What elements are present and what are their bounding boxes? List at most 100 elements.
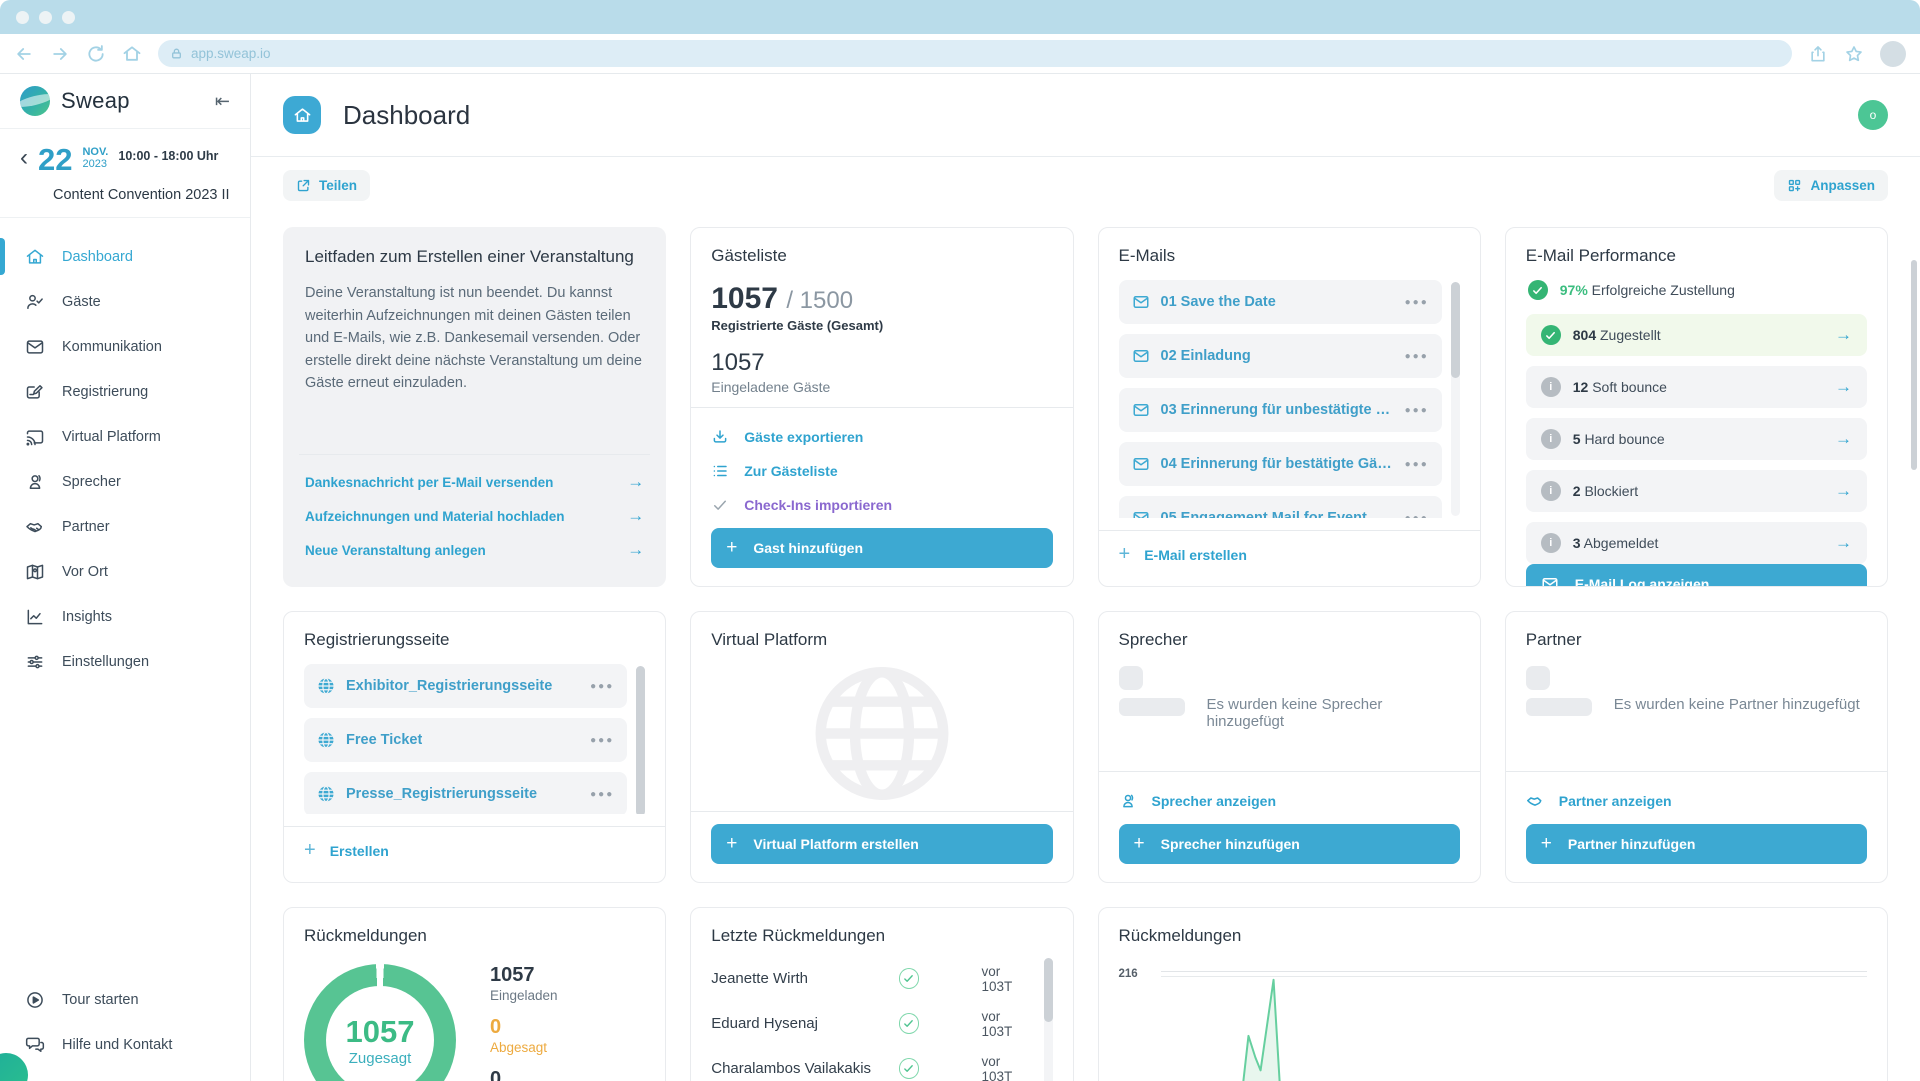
- card-title: Gästeliste: [711, 246, 1052, 266]
- share-button[interactable]: Teilen: [283, 170, 370, 201]
- reload-icon[interactable]: [86, 44, 106, 64]
- customize-button[interactable]: Anpassen: [1774, 170, 1888, 201]
- browser-titlebar: [0, 0, 1920, 34]
- more-options-icon[interactable]: ●●●: [1397, 351, 1429, 362]
- area-chart-svg: [1181, 971, 1354, 1081]
- sidebar-item-tour-starten[interactable]: Tour starten: [0, 977, 250, 1022]
- sidebar-item-gaeste[interactable]: Gäste: [0, 279, 250, 324]
- share-icon[interactable]: [1808, 44, 1828, 64]
- email-list-item[interactable]: 01 Save the Date ●●●: [1119, 280, 1442, 324]
- window-zoom-button[interactable]: [62, 11, 75, 24]
- external-link-icon: [296, 178, 311, 193]
- check-icon: [711, 496, 729, 514]
- collapse-sidebar-icon[interactable]: ⇤: [215, 91, 230, 112]
- sidebar-item-dashboard[interactable]: Dashboard: [0, 234, 250, 279]
- performance-row[interactable]: i 3 Abgemeldet →: [1526, 522, 1867, 564]
- add-partner-button[interactable]: + Partner hinzufügen: [1526, 824, 1867, 864]
- speakers-card: Sprecher Es wurden keine Sprecher hinzug…: [1098, 611, 1481, 883]
- arrow-right-icon[interactable]: →: [1835, 325, 1852, 345]
- event-name[interactable]: Content Convention 2023 II: [53, 187, 236, 203]
- email-list-item[interactable]: 02 Einladung ●●●: [1119, 334, 1442, 378]
- email-list-item[interactable]: 05 Engagement Mail for Event ●●●: [1119, 496, 1442, 518]
- window-close-button[interactable]: [16, 11, 29, 24]
- show-partners-link[interactable]: Partner anzeigen: [1526, 784, 1867, 818]
- more-options-icon[interactable]: ●●●: [1397, 513, 1429, 519]
- show-speakers-link[interactable]: Sprecher anzeigen: [1119, 784, 1460, 818]
- sidebar-item-insights[interactable]: Insights: [0, 594, 250, 639]
- sidebar-item-vor-ort[interactable]: Vor Ort: [0, 549, 250, 594]
- more-options-icon[interactable]: ●●●: [1397, 459, 1429, 470]
- arrow-right-icon: →: [627, 540, 644, 560]
- registration-page-item[interactable]: Presse_Registrierungsseite ●●●: [304, 772, 627, 814]
- scrollbar-track[interactable]: [1451, 282, 1460, 516]
- guide-link[interactable]: Dankesnachricht per E-Mail versenden →: [305, 465, 644, 499]
- email-log-button[interactable]: E-Mail Log anzeigen: [1526, 564, 1867, 587]
- page-title: Dashboard: [343, 100, 470, 131]
- sidebar-item-einstellungen[interactable]: Einstellungen: [0, 639, 250, 684]
- more-options-icon[interactable]: ●●●: [582, 789, 614, 800]
- sidebar-item-registrierung[interactable]: Registrierung: [0, 369, 250, 414]
- scrollbar-track[interactable]: [636, 666, 645, 812]
- previous-event-icon[interactable]: ‹: [14, 143, 28, 171]
- scrollbar-thumb[interactable]: [1044, 958, 1053, 1022]
- performance-row[interactable]: i 5 Hard bounce →: [1526, 418, 1867, 460]
- scrollbar-thumb[interactable]: [1451, 282, 1460, 378]
- create-email-link[interactable]: + E-Mail erstellen: [1119, 539, 1460, 568]
- sidebar-item-virtual-platform[interactable]: Virtual Platform: [0, 414, 250, 459]
- window-minimize-button[interactable]: [39, 11, 52, 24]
- page-scrollbar-thumb[interactable]: [1911, 260, 1917, 470]
- check-circle-icon: [1528, 280, 1548, 300]
- envelope-icon: [1132, 401, 1150, 419]
- performance-row[interactable]: i 12 Soft bounce →: [1526, 366, 1867, 408]
- guide-link[interactable]: Aufzeichnungen und Material hochladen →: [305, 499, 644, 533]
- browser-profile-avatar[interactable]: [1880, 41, 1906, 67]
- email-list-item[interactable]: 04 Erinnerung für bestätigte Gäste ●●●: [1119, 442, 1442, 486]
- info-circle-icon: i: [1541, 429, 1561, 449]
- guide-card: Leitfaden zum Erstellen einer Veranstalt…: [283, 227, 666, 587]
- home-icon[interactable]: [122, 44, 142, 64]
- more-options-icon[interactable]: ●●●: [1397, 297, 1429, 308]
- performance-row[interactable]: i 2 Blockiert →: [1526, 470, 1867, 512]
- add-speaker-button[interactable]: + Sprecher hinzufügen: [1119, 824, 1460, 864]
- more-options-icon[interactable]: ●●●: [582, 681, 614, 692]
- chart-line-icon: [25, 607, 45, 627]
- arrow-right-icon[interactable]: →: [1835, 377, 1852, 397]
- scrollbar-thumb[interactable]: [636, 666, 645, 814]
- sidebar-item-sprecher[interactable]: Sprecher: [0, 459, 250, 504]
- sidebar-item-kommunikation[interactable]: Kommunikation: [0, 324, 250, 369]
- forward-icon[interactable]: [50, 44, 70, 64]
- divider: [299, 454, 650, 455]
- export-guests-link[interactable]: Gäste exportieren: [711, 420, 1052, 454]
- arrow-right-icon[interactable]: →: [1835, 533, 1852, 553]
- create-registration-page-link[interactable]: + Erstellen: [304, 835, 645, 864]
- registration-page-item[interactable]: Exhibitor_Registrierungsseite ●●●: [304, 664, 627, 708]
- scrollbar-track[interactable]: [1044, 958, 1053, 1081]
- more-options-icon[interactable]: ●●●: [1397, 405, 1429, 416]
- user-avatar[interactable]: o: [1858, 100, 1888, 130]
- speaker-person-icon: [1119, 792, 1137, 810]
- goto-guestlist-link[interactable]: Zur Gästeliste: [711, 454, 1052, 488]
- arrow-right-icon[interactable]: →: [1835, 429, 1852, 449]
- back-icon[interactable]: [14, 44, 34, 64]
- sidebar-item-hilfe-kontakt[interactable]: Hilfe und Kontakt: [0, 1022, 250, 1067]
- import-checkins-link[interactable]: Check-Ins importieren: [711, 488, 1052, 522]
- emails-card: E-Mails 01 Save the Date ●●●: [1098, 227, 1481, 587]
- more-options-icon[interactable]: ●●●: [582, 735, 614, 746]
- registered-count: 1057 / 1500: [711, 282, 1052, 316]
- lock-icon: [170, 47, 183, 60]
- globe-icon: [317, 677, 335, 695]
- arrow-right-icon: →: [627, 506, 644, 526]
- create-virtual-platform-button[interactable]: + Virtual Platform erstellen: [711, 824, 1052, 864]
- guide-link[interactable]: Neue Veranstaltung anlegen →: [305, 533, 644, 567]
- app: Sweap ⇤ ‹ 22 NOV. 2023 10:00 - 18:00 Uhr…: [0, 74, 1920, 1081]
- registration-page-item[interactable]: Free Ticket ●●●: [304, 718, 627, 762]
- logo-text: Sweap: [61, 88, 130, 114]
- bookmark-star-icon[interactable]: [1844, 44, 1864, 64]
- email-list-item[interactable]: 03 Erinnerung für unbestätigte Gäste ●●●: [1119, 388, 1442, 432]
- performance-row[interactable]: i 804 Zugestellt →: [1526, 314, 1867, 356]
- add-guest-button[interactable]: + Gast hinzufügen: [711, 528, 1052, 568]
- sidebar-item-partner[interactable]: Partner: [0, 504, 250, 549]
- arrow-right-icon[interactable]: →: [1835, 481, 1852, 501]
- address-bar[interactable]: app.sweap.io: [158, 40, 1792, 67]
- chat-bubbles-icon: [25, 1035, 45, 1055]
